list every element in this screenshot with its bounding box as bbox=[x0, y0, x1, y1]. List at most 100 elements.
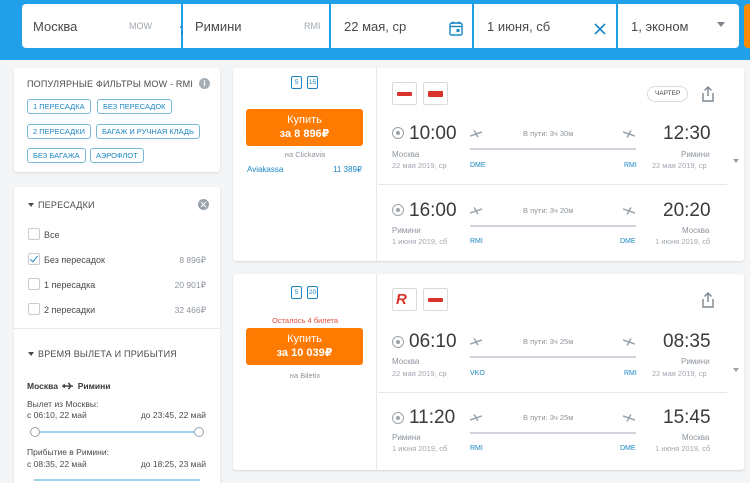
arrival-slider-track[interactable] bbox=[34, 479, 200, 481]
arr-date: 1 июня 2019, сб bbox=[655, 444, 711, 453]
stops-all-checkbox[interactable] bbox=[28, 228, 40, 240]
stops-all-label: Все bbox=[44, 230, 60, 240]
clear-date-icon[interactable] bbox=[594, 23, 606, 35]
arr-date: 22 мая 2019, ср bbox=[652, 369, 707, 378]
popular-filters-panel: ПОПУЛЯРНЫЕ ФИЛЬТРЫ MOW - RMI i 1 ПЕРЕСАД… bbox=[14, 68, 220, 172]
landing-icon bbox=[623, 130, 635, 138]
ticket-card: 5 15 Купить за 8 896₽ на Clickavia Aviak… bbox=[233, 68, 744, 261]
route-line bbox=[470, 225, 636, 227]
takeoff-icon bbox=[470, 130, 482, 138]
passengers-value: 1, эконом bbox=[631, 18, 689, 34]
arr-time: 08:35 bbox=[663, 331, 711, 352]
arr-airport-code: RMI bbox=[624, 162, 637, 169]
landing-icon bbox=[623, 207, 635, 215]
departure-slider-min-handle[interactable] bbox=[30, 427, 40, 437]
dep-airport-code: DME bbox=[470, 162, 486, 169]
departure-slider-track[interactable] bbox=[34, 431, 200, 433]
pin-icon bbox=[392, 127, 404, 139]
stops-one-price: 20 901₽ bbox=[174, 280, 206, 290]
landing-icon bbox=[623, 414, 635, 422]
baggage-icon: 20 bbox=[307, 286, 318, 299]
takeoff-icon bbox=[470, 414, 482, 422]
passengers-field[interactable]: 1, эконом bbox=[618, 4, 739, 48]
arr-time: 12:30 bbox=[663, 123, 711, 144]
arr-airport-code: DME bbox=[620, 445, 636, 452]
arr-city: Москва bbox=[682, 433, 710, 442]
stops-title: ПЕРЕСАДКИ bbox=[38, 200, 95, 210]
alt-agency-price[interactable]: 11 389₽ bbox=[333, 165, 362, 174]
takeoff-icon bbox=[470, 338, 482, 346]
reset-filter-icon[interactable] bbox=[198, 199, 209, 210]
expand-caret-icon[interactable] bbox=[733, 368, 739, 372]
popular-filters-title: ПОПУЛЯРНЫЕ ФИЛЬТРЫ MOW - RMI bbox=[27, 79, 194, 89]
dep-time: 16:00 bbox=[409, 200, 457, 221]
arr-time: 20:20 bbox=[663, 200, 711, 221]
departure-range-to: до 23:45, 22 май bbox=[140, 410, 206, 420]
calendar-icon[interactable] bbox=[449, 21, 463, 36]
arrival-range-label: Прибытие в Римини: bbox=[27, 447, 109, 457]
return-date-field[interactable]: 1 июня, сб bbox=[474, 4, 616, 48]
flight-duration: В пути: 3ч 20м bbox=[523, 206, 574, 215]
chip-no-baggage[interactable]: БЕЗ БАГАЖА bbox=[27, 148, 86, 163]
dep-city: Римини bbox=[392, 433, 421, 442]
alt-agency-link[interactable]: Aviakassa bbox=[247, 165, 283, 174]
dep-city: Римини bbox=[392, 226, 421, 235]
stops-two-label: 2 пересадки bbox=[44, 305, 96, 315]
arrival-range-to: до 18:25, 23 май bbox=[140, 459, 206, 469]
collapse-caret-icon[interactable] bbox=[28, 352, 34, 356]
stops-one-label: 1 пересадка bbox=[44, 280, 96, 290]
depart-date-field[interactable]: 22 мая, ср bbox=[331, 4, 472, 48]
chip-nonstop[interactable]: БЕЗ ПЕРЕСАДОК bbox=[97, 99, 172, 114]
stops-two-price: 32 466₽ bbox=[174, 305, 206, 315]
share-icon[interactable] bbox=[701, 292, 715, 308]
chevron-down-icon bbox=[717, 22, 725, 27]
departure-range-label: Вылет из Москвы: bbox=[27, 399, 99, 409]
route-label: Москва Римини bbox=[27, 381, 111, 391]
destination-field[interactable]: Римини RMI bbox=[183, 4, 329, 48]
filters-panel: ПЕРЕСАДКИ Все Без пересадок 8 896₽ 1 пер… bbox=[14, 187, 220, 483]
chip-baggage[interactable]: БАГАЖ И РУЧНАЯ КЛАДЬ bbox=[96, 124, 200, 139]
share-icon[interactable] bbox=[701, 86, 715, 102]
buy-price: за 10 039₽ bbox=[276, 347, 333, 359]
stops-one-checkbox[interactable] bbox=[28, 278, 40, 290]
expand-caret-icon[interactable] bbox=[733, 159, 739, 163]
stops-nonstop-checkbox[interactable] bbox=[28, 253, 40, 265]
stops-two-checkbox[interactable] bbox=[28, 303, 40, 315]
dep-time: 10:00 bbox=[409, 123, 457, 144]
arr-city: Римини bbox=[681, 357, 710, 366]
dep-airport-code: RMI bbox=[470, 238, 483, 245]
destination-code: RMI bbox=[304, 21, 321, 31]
search-button[interactable] bbox=[744, 4, 750, 48]
buy-label: Купить bbox=[287, 114, 322, 126]
arr-airport-code: RMI bbox=[624, 370, 637, 377]
origin-code: MOW bbox=[129, 21, 152, 31]
departure-range-from: с 06:10, 22 май bbox=[27, 410, 87, 420]
collapse-caret-icon[interactable] bbox=[28, 203, 34, 207]
chip-two-stops[interactable]: 2 ПЕРЕСАДКИ bbox=[27, 124, 91, 139]
info-icon[interactable]: i bbox=[199, 78, 210, 89]
dep-city: Москва bbox=[392, 357, 420, 366]
chip-aeroflot[interactable]: АЭРОФЛОТ bbox=[90, 148, 144, 163]
route-line bbox=[470, 356, 636, 358]
dep-time: 11:20 bbox=[409, 407, 456, 428]
agency-label: на Clickavia bbox=[284, 150, 326, 159]
ticket-offer-column: 5 15 Купить за 8 896₽ на Clickavia Aviak… bbox=[233, 68, 377, 261]
airline-logo bbox=[392, 82, 417, 105]
divider bbox=[14, 328, 220, 329]
dep-date: 22 мая 2019, ср bbox=[392, 369, 447, 378]
arr-date: 1 июня 2019, сб bbox=[655, 237, 711, 246]
return-date: 1 июня, сб bbox=[487, 18, 551, 34]
departure-slider-max-handle[interactable] bbox=[194, 427, 204, 437]
arrival-range-from: с 08:35, 22 май bbox=[27, 459, 87, 469]
flight-duration: В пути: 3ч 30м bbox=[523, 129, 574, 138]
buy-button[interactable]: Купить за 10 039₽ bbox=[246, 328, 363, 365]
origin-field[interactable]: Москва MOW bbox=[22, 4, 194, 48]
buy-button[interactable]: Купить за 8 896₽ bbox=[246, 109, 363, 146]
chip-one-stop[interactable]: 1 ПЕРЕСАДКА bbox=[27, 99, 91, 114]
dep-date: 22 мая 2019, ср bbox=[392, 161, 447, 170]
stops-nonstop-price: 8 896₽ bbox=[179, 255, 206, 265]
divider bbox=[378, 392, 727, 393]
arr-city: Москва bbox=[682, 226, 710, 235]
stops-nonstop-label: Без пересадок bbox=[44, 255, 105, 265]
route-to: Римини bbox=[77, 381, 111, 391]
